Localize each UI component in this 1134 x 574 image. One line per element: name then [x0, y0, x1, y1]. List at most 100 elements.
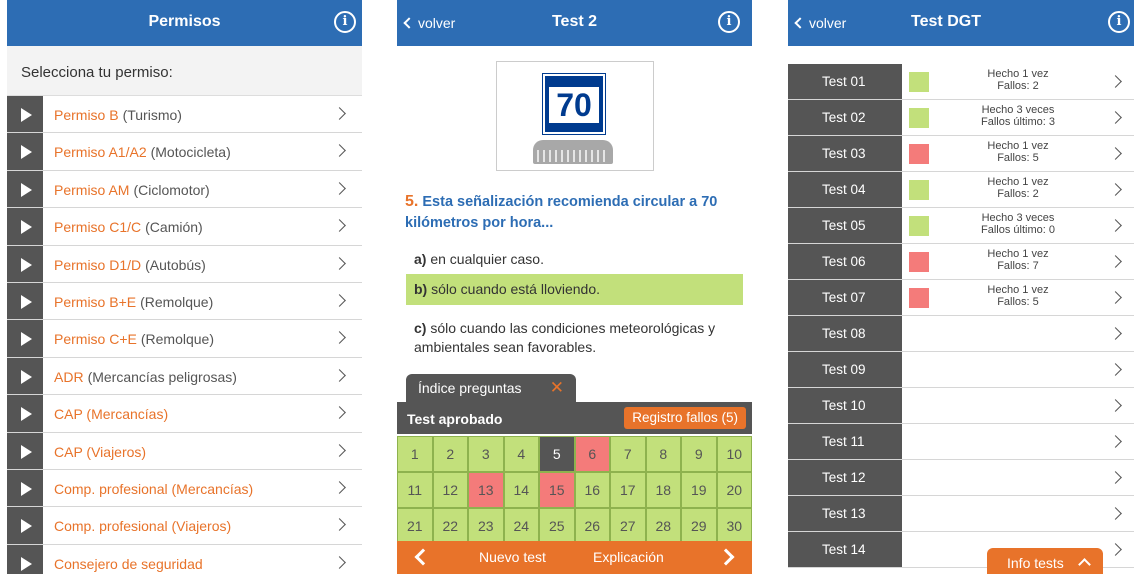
- question-cell[interactable]: 25: [539, 508, 575, 544]
- permit-label: Permiso A1/A2: [54, 144, 147, 161]
- chevron-right-icon: [1109, 183, 1122, 196]
- status-square: [909, 108, 929, 128]
- info-icon[interactable]: i: [1108, 11, 1130, 33]
- question-cell[interactable]: 3: [468, 436, 504, 472]
- chevron-right-icon: [1109, 435, 1122, 448]
- info-icon[interactable]: i: [334, 11, 356, 33]
- permit-item[interactable]: CAP (Viajeros): [7, 432, 362, 470]
- question-cell[interactable]: 30: [716, 508, 752, 544]
- test-row[interactable]: Test 13: [788, 496, 1134, 532]
- question-cell[interactable]: 6: [574, 436, 610, 472]
- info-icon[interactable]: i: [718, 11, 740, 33]
- answer-option[interactable]: c) sólo cuando las condiciones meteoroló…: [406, 313, 743, 363]
- question-cell[interactable]: 14: [503, 472, 539, 508]
- question-cell[interactable]: 29: [681, 508, 717, 544]
- question-cell[interactable]: 16: [574, 472, 610, 508]
- permit-item[interactable]: Comp. profesional (Mercancías): [7, 469, 362, 508]
- test-row[interactable]: Test 08: [788, 316, 1134, 352]
- test-row[interactable]: Test 03 Hecho 1 vez Fallos: 5: [788, 136, 1134, 172]
- test-status-line1: Hecho 1 vez: [987, 176, 1049, 188]
- test-row[interactable]: Test 11: [788, 424, 1134, 460]
- permit-sub: (Motocicleta): [150, 144, 231, 161]
- permit-item[interactable]: Permiso AM (Ciclomotor): [7, 170, 362, 209]
- test-row[interactable]: Test 04 Hecho 1 vez Fallos: 2: [788, 172, 1134, 208]
- question-cell[interactable]: 28: [645, 508, 681, 544]
- question-cell[interactable]: 15: [539, 472, 575, 508]
- play-icon: [7, 96, 43, 133]
- question-cell[interactable]: 18: [645, 472, 681, 508]
- previous-arrow-icon[interactable]: [414, 548, 432, 566]
- question-cell[interactable]: 9: [681, 436, 717, 472]
- question-text: 5. Esta señalización recomienda circular…: [405, 191, 744, 234]
- question-cell[interactable]: 17: [610, 472, 646, 508]
- question-cell[interactable]: 8: [645, 436, 681, 472]
- test-status-line2: Fallos: 2: [997, 188, 1039, 200]
- permit-label: Permiso C+E: [54, 331, 137, 348]
- play-icon: [7, 208, 43, 245]
- permit-sub: (Autobús): [145, 256, 206, 273]
- next-arrow-icon[interactable]: [717, 548, 735, 566]
- test-row[interactable]: Test 10: [788, 388, 1134, 424]
- permit-item[interactable]: Permiso C1/C (Camión): [7, 208, 362, 246]
- info-tests-button[interactable]: Info tests: [987, 548, 1103, 574]
- close-icon[interactable]: ✕: [550, 378, 564, 398]
- chevron-right-icon: [333, 406, 346, 419]
- speed-value: 70: [549, 87, 599, 123]
- question-cell[interactable]: 5: [539, 436, 575, 472]
- play-icon: [7, 507, 43, 544]
- permit-item[interactable]: Comp. profesional (Viajeros): [7, 507, 362, 545]
- chevron-right-icon: [1109, 363, 1122, 376]
- question-cell[interactable]: 24: [503, 508, 539, 544]
- new-test-button[interactable]: Nuevo test: [479, 549, 546, 565]
- question-cell[interactable]: 20: [716, 472, 752, 508]
- permit-item[interactable]: ADR (Mercancías peligrosas): [7, 357, 362, 396]
- chevron-right-icon: [333, 368, 346, 382]
- test-row[interactable]: Test 06 Hecho 1 vez Fallos: 7: [788, 244, 1134, 280]
- question-cell[interactable]: 27: [610, 508, 646, 544]
- permit-item[interactable]: Permiso B+E (Remolque): [7, 282, 362, 321]
- question-cell[interactable]: 12: [432, 472, 468, 508]
- question-index-tab[interactable]: Índice preguntas ✕: [406, 374, 576, 402]
- answer-letter: b): [414, 281, 428, 297]
- test-status: Hecho 3 veces Fallos último: 3: [934, 104, 1102, 128]
- test-status: Hecho 1 vez Fallos: 5: [934, 284, 1102, 308]
- test-row[interactable]: Test 09: [788, 352, 1134, 388]
- test-status-line2: Fallos: 7: [997, 260, 1039, 272]
- test-status-line2: Fallos: 5: [997, 296, 1039, 308]
- test-name: Test 07: [788, 280, 902, 315]
- question-cell[interactable]: 7: [610, 436, 646, 472]
- answer-option[interactable]: a) en cualquier caso.: [406, 244, 743, 275]
- question-cell[interactable]: 1: [397, 436, 433, 472]
- question-cell[interactable]: 21: [397, 508, 433, 544]
- question-cell[interactable]: 11: [397, 472, 433, 508]
- test-status-line1: Hecho 1 vez: [987, 140, 1049, 152]
- test-name: Test 13: [788, 496, 902, 531]
- test-row[interactable]: Test 07 Hecho 1 vez Fallos: 5: [788, 280, 1134, 316]
- question-cell[interactable]: 22: [432, 508, 468, 544]
- bottom-bar: Nuevo test Explicación: [397, 541, 752, 574]
- question-cell[interactable]: 4: [503, 436, 539, 472]
- question-cell[interactable]: 2: [432, 436, 468, 472]
- permit-item[interactable]: CAP (Mercancías): [7, 395, 362, 433]
- permit-item[interactable]: Permiso B (Turismo): [7, 96, 362, 134]
- chevron-right-icon: [1109, 111, 1122, 124]
- question-cell[interactable]: 13: [468, 472, 504, 508]
- test-row[interactable]: Test 05 Hecho 3 veces Fallos último: 0: [788, 208, 1134, 244]
- answer-option-selected[interactable]: b) sólo cuando está lloviendo.: [406, 274, 743, 305]
- permit-item[interactable]: Consejero de seguridad: [7, 544, 362, 574]
- permit-item[interactable]: Permiso A1/A2 (Motocicleta): [7, 133, 362, 171]
- permit-item[interactable]: Permiso D1/D (Autobús): [7, 245, 362, 283]
- permit-item[interactable]: Permiso C+E (Remolque): [7, 320, 362, 358]
- question-cell[interactable]: 10: [716, 436, 752, 472]
- question-cell[interactable]: 19: [681, 472, 717, 508]
- permit-label: Permiso B+E: [54, 293, 137, 310]
- test-row[interactable]: Test 02 Hecho 3 veces Fallos último: 3: [788, 100, 1134, 136]
- errors-log-button[interactable]: Registro fallos (5): [624, 407, 746, 429]
- question-cell[interactable]: 23: [468, 508, 504, 544]
- test-row[interactable]: Test 01 Hecho 1 vez Fallos: 2: [788, 64, 1134, 100]
- question-body: Esta señalización recomienda circular a …: [405, 194, 718, 231]
- question-cell[interactable]: 26: [574, 508, 610, 544]
- explanation-button[interactable]: Explicación: [593, 549, 664, 565]
- question-number: 5.: [405, 193, 419, 210]
- test-row[interactable]: Test 12: [788, 460, 1134, 496]
